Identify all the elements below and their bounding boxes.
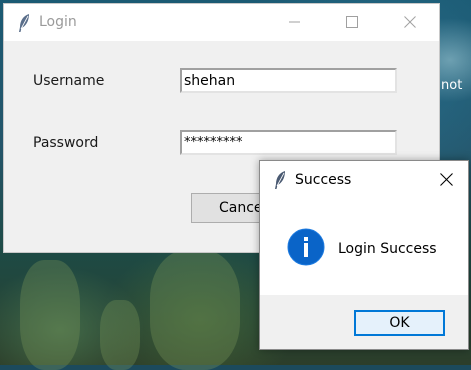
username-field[interactable]: [180, 68, 397, 93]
username-label: Username: [33, 73, 105, 89]
minimize-button[interactable]: [272, 4, 318, 41]
password-label: Password: [33, 135, 99, 151]
maximize-icon: [346, 16, 358, 28]
dialog-title: Success: [295, 172, 352, 188]
login-titlebar[interactable]: Login: [4, 4, 439, 41]
dialog-message: Login Success: [338, 241, 437, 257]
success-dialog: Success Login Success OK: [259, 160, 469, 350]
maximize-button[interactable]: [329, 4, 375, 41]
close-button[interactable]: [387, 4, 433, 41]
dialog-titlebar[interactable]: Success: [260, 161, 468, 199]
password-field[interactable]: [180, 130, 397, 155]
desktop-foliage: [150, 250, 240, 370]
info-icon: [287, 228, 325, 266]
window-title: Login: [39, 14, 77, 30]
desktop-text-fragment: not: [441, 78, 463, 93]
feather-icon: [273, 170, 287, 190]
close-icon: [440, 173, 453, 186]
feather-icon: [17, 13, 31, 33]
dialog-body: Login Success: [260, 199, 468, 295]
close-icon: [404, 16, 416, 28]
desktop-foliage: [20, 260, 80, 370]
dialog-close-button[interactable]: [426, 161, 468, 199]
minimize-icon: [289, 21, 300, 23]
ok-button[interactable]: OK: [354, 310, 445, 336]
desktop-foliage: [100, 300, 140, 370]
dialog-footer: OK: [260, 295, 468, 349]
